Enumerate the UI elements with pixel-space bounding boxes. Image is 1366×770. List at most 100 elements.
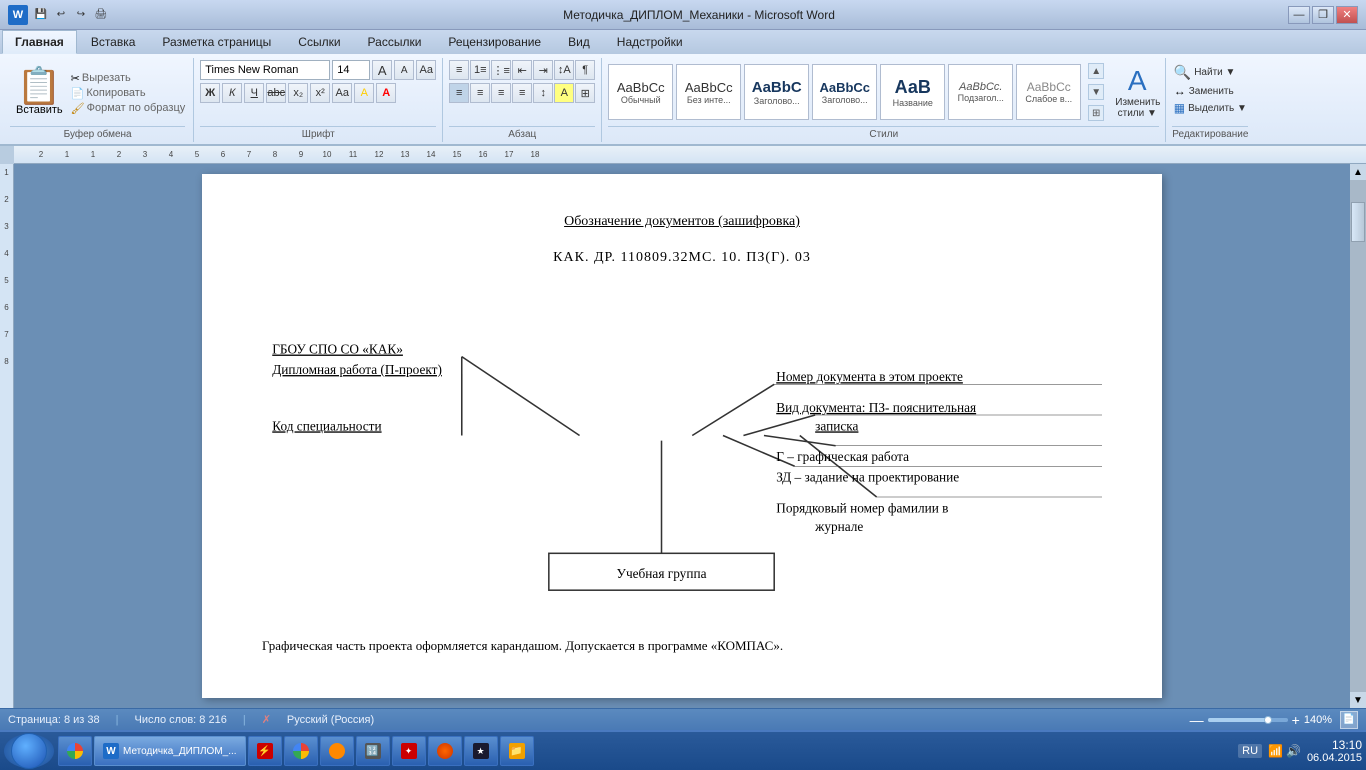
grow-font-btn[interactable]: A <box>372 60 392 80</box>
taskbar-app5[interactable]: ✦ <box>392 736 426 766</box>
taskbar-word[interactable]: W Методичка_ДИПЛОМ_... <box>94 736 246 766</box>
scroll-thumb[interactable] <box>1351 202 1365 242</box>
network-icon: 📶 <box>1268 744 1283 758</box>
clear-format-btn[interactable]: Aa <box>416 60 436 80</box>
language-indicator[interactable]: RU <box>1238 744 1262 758</box>
document-container: 2 1 1 2 3 4 5 6 7 8 9 10 11 12 13 14 15 … <box>0 146 1366 708</box>
style-heading2[interactable]: AaBbCc Заголово... <box>812 64 877 120</box>
systray-icons: 📶 🔊 <box>1268 744 1301 758</box>
vertical-scrollbar[interactable]: ▲ ▼ <box>1350 164 1366 708</box>
zoom-slider[interactable] <box>1208 718 1288 722</box>
zoom-controls: — + 140% <box>1190 712 1332 728</box>
superscript-btn[interactable]: x² <box>310 83 330 103</box>
shading-btn[interactable]: A <box>554 83 574 103</box>
case-btn[interactable]: Aa <box>332 83 352 103</box>
paragraph-label: Абзац <box>449 126 595 140</box>
app4-icon: 🔢 <box>365 743 381 759</box>
style-normal[interactable]: AaBbCc Обычный <box>608 64 673 120</box>
align-center-btn[interactable]: ≡ <box>470 83 490 103</box>
restore-button[interactable]: ❐ <box>1312 6 1334 24</box>
tab-insert[interactable]: Вставка <box>78 30 149 54</box>
start-button[interactable] <box>4 734 54 768</box>
zoom-in-btn[interactable]: + <box>1292 712 1300 728</box>
copy-button[interactable]: 📄 Копировать <box>71 87 186 100</box>
tab-references[interactable]: Ссылки <box>285 30 353 54</box>
font-size-selector[interactable]: 14 <box>332 60 370 80</box>
zoom-level: 140% <box>1304 714 1332 726</box>
decrease-indent-btn[interactable]: ⇤ <box>512 60 532 80</box>
show-marks-btn[interactable]: ¶ <box>575 60 595 80</box>
taskbar-chrome[interactable] <box>58 736 92 766</box>
scroll-down-btn[interactable]: ▼ <box>1350 692 1366 708</box>
paste-button[interactable]: 📋 Вставить <box>10 66 69 118</box>
bold-btn[interactable]: Ж <box>200 83 220 103</box>
tab-home[interactable]: Главная <box>2 30 77 54</box>
bullet-list-btn[interactable]: ≡ <box>449 60 469 80</box>
cut-button[interactable]: ✂ Вырезать <box>71 72 186 85</box>
zoom-out-btn[interactable]: — <box>1190 712 1204 728</box>
shrink-font-btn[interactable]: A <box>394 60 414 80</box>
style-subtle[interactable]: AaBbCc Слабое в... <box>1016 64 1081 120</box>
align-right-btn[interactable]: ≡ <box>491 83 511 103</box>
titlebar-controls: — ❐ ✕ <box>1288 6 1358 24</box>
replace-button[interactable]: ↔Заменить <box>1174 84 1234 98</box>
sort-btn[interactable]: ↕A <box>554 60 574 80</box>
taskbar-explorer[interactable]: 📁 <box>500 736 534 766</box>
justify-btn[interactable]: ≡ <box>512 83 532 103</box>
print-qa-btn[interactable]: 🖨 <box>92 6 110 24</box>
styles-expand[interactable]: ⊞ <box>1088 105 1104 121</box>
view-mode-btn[interactable]: 📄 <box>1340 711 1358 729</box>
change-styles-label[interactable]: Изменить стили ▼ <box>1115 97 1159 119</box>
style-title[interactable]: АаВ Название <box>880 64 945 120</box>
svg-text:Номер документа в этом проекте: Номер документа в этом проекте <box>776 369 963 384</box>
tab-mailings[interactable]: Рассылки <box>355 30 435 54</box>
save-qa-btn[interactable]: 💾 <box>32 6 50 24</box>
diagram-area: ГБОУ СПО СО «КАК» Дипломная работа (П-пр… <box>262 296 1102 616</box>
style-no-spacing[interactable]: AaBbCc Без инте... <box>676 64 741 120</box>
scroll-up-btn[interactable]: ▲ <box>1350 164 1366 180</box>
highlight-btn[interactable]: A <box>354 83 374 103</box>
scroll-track[interactable] <box>1350 180 1366 692</box>
svg-text:Дипломная работа (П-проект): Дипломная работа (П-проект) <box>272 362 442 377</box>
taskbar-flash[interactable]: ⚡ <box>248 736 282 766</box>
underline-btn[interactable]: Ч <box>244 83 264 103</box>
clock-date: 06.04.2015 <box>1307 752 1362 764</box>
line-spacing-btn[interactable]: ↕ <box>533 83 553 103</box>
border-btn[interactable]: ⊞ <box>575 83 595 103</box>
taskbar-firefox[interactable] <box>428 736 462 766</box>
font-name-selector[interactable]: Times New Roman <box>200 60 330 80</box>
strikethrough-btn[interactable]: abc <box>266 83 286 103</box>
page-scroll-area[interactable]: Обозначение документов (зашифровка) КАК.… <box>14 164 1350 708</box>
undo-qa-btn[interactable]: ↩ <box>52 6 70 24</box>
minimize-button[interactable]: — <box>1288 6 1310 24</box>
browser2-icon <box>293 743 309 759</box>
font-color-btn[interactable]: А <box>376 83 396 103</box>
statusbar-right: — + 140% 📄 <box>1190 711 1358 729</box>
numbered-list-btn[interactable]: 1≡ <box>470 60 490 80</box>
style-heading1[interactable]: AaBbC Заголово... <box>744 64 809 120</box>
multilevel-list-btn[interactable]: ⋮≡ <box>491 60 511 80</box>
taskbar-app6[interactable]: ★ <box>464 736 498 766</box>
tab-review[interactable]: Рецензирование <box>435 30 554 54</box>
taskbar-app3[interactable] <box>320 736 354 766</box>
select-button[interactable]: ▦Выделить ▼ <box>1174 101 1247 115</box>
find-button[interactable]: 🔍 Найти ▼ <box>1174 64 1236 81</box>
italic-btn[interactable]: К <box>222 83 242 103</box>
chrome-icon <box>67 743 83 759</box>
close-button[interactable]: ✕ <box>1336 6 1358 24</box>
tab-page-layout[interactable]: Разметка страницы <box>149 30 284 54</box>
style-subtitle[interactable]: AaBbCc. Подзагол... <box>948 64 1013 120</box>
taskbar-browser2[interactable] <box>284 736 318 766</box>
format-painter-button[interactable]: 🖌 Формат по образцу <box>71 102 186 115</box>
increase-indent-btn[interactable]: ⇥ <box>533 60 553 80</box>
svg-text:Код специальности: Код специальности <box>272 418 381 433</box>
redo-qa-btn[interactable]: ↪ <box>72 6 90 24</box>
subscript-btn[interactable]: x₂ <box>288 83 308 103</box>
align-left-btn[interactable]: ≡ <box>449 83 469 103</box>
window-title: Методичка_ДИПЛОМ_Механики - Microsoft Wo… <box>110 8 1288 22</box>
tab-addins[interactable]: Надстройки <box>604 30 696 54</box>
tab-view[interactable]: Вид <box>555 30 603 54</box>
taskbar-app4[interactable]: 🔢 <box>356 736 390 766</box>
styles-scroll-down[interactable]: ▼ <box>1088 84 1104 100</box>
styles-scroll-up[interactable]: ▲ <box>1088 63 1104 79</box>
